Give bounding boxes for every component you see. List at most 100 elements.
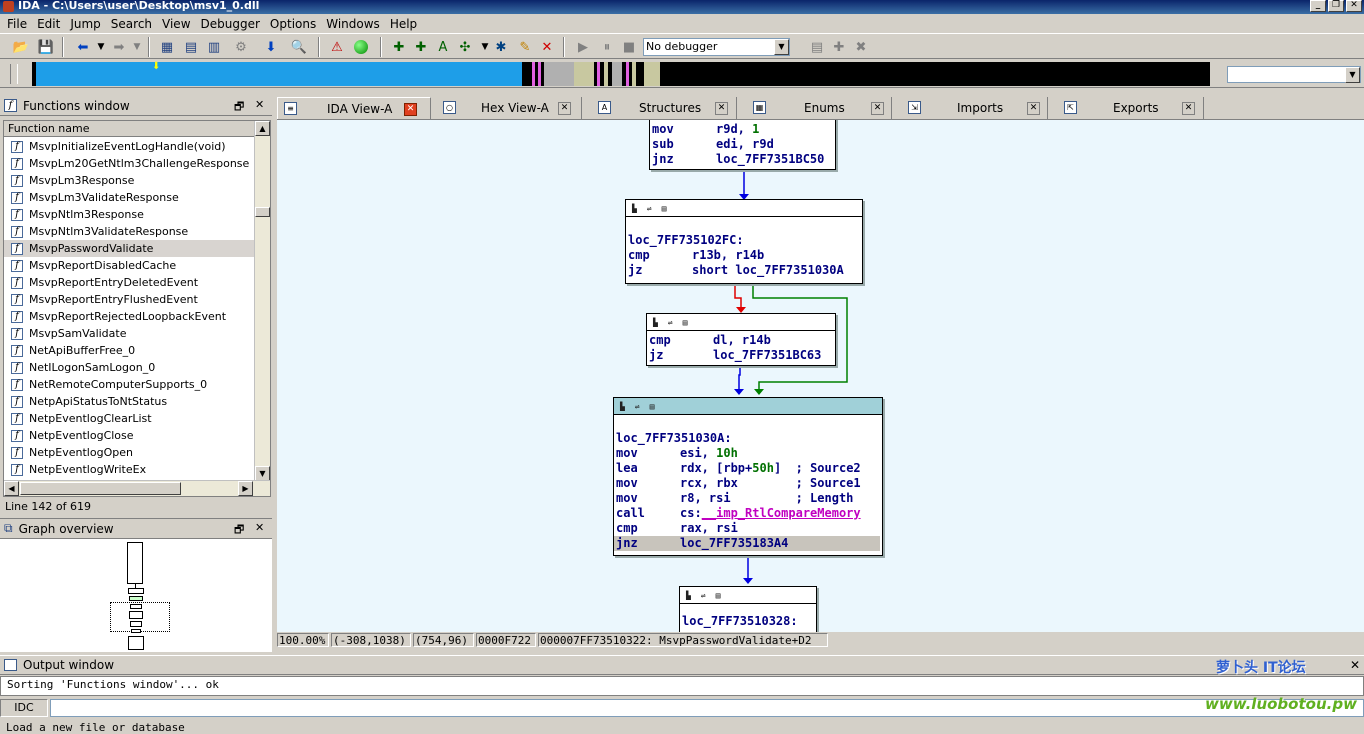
- idc-button[interactable]: IDC: [0, 699, 48, 717]
- debugger-select[interactable]: No debugger ▼: [643, 38, 790, 56]
- function-list-item[interactable]: f MsvpNtlm3ValidateResponse: [4, 223, 256, 240]
- instruction-line[interactable]: cmp dl, r14b: [647, 333, 835, 348]
- functions-list[interactable]: Function name f MsvpInitializeEventLogHan…: [3, 120, 271, 497]
- navigation-select[interactable]: ▼: [1227, 66, 1361, 83]
- function-list-item[interactable]: f MsvpReportEntryDeletedEvent: [4, 274, 256, 291]
- scroll-down-icon[interactable]: ▼: [255, 466, 270, 481]
- instruction-line[interactable]: mov r9d, 1: [650, 122, 835, 137]
- run-green-icon[interactable]: [352, 38, 370, 56]
- graph-icon[interactable]: ⇌: [701, 588, 706, 603]
- instruction-line[interactable]: cmp r13b, r14b: [626, 248, 862, 263]
- instruction-line[interactable]: call cs:__imp_RtlCompareMemory: [614, 506, 882, 521]
- function-list-item[interactable]: f MsvpNtlm3Response: [4, 206, 256, 223]
- scroll-right-icon[interactable]: ▶: [238, 481, 253, 496]
- text-view-icon[interactable]: ▤: [182, 38, 200, 56]
- function-list-item[interactable]: f NetILogonSamLogon_0: [4, 359, 256, 376]
- back-dropdown-icon[interactable]: ▼: [92, 38, 110, 56]
- menu-options[interactable]: Options: [265, 17, 321, 31]
- scroll-left-icon[interactable]: ◀: [4, 481, 19, 496]
- breakpoint-list-icon[interactable]: ▤: [808, 38, 826, 56]
- code-block-2[interactable]: ▙ ⇌ ▤ loc_7FF735102FC: cmp r13b, r14b jz shor…: [625, 199, 863, 284]
- instruction-line[interactable]: lea rdx, [rbp+50h] ; Source2: [614, 461, 882, 476]
- instruction-line[interactable]: mov esi, 10h: [614, 446, 882, 461]
- function-list-item[interactable]: f MsvpReportRejectedLoopbackEvent: [4, 308, 256, 325]
- instruction-line[interactable]: sub edi, r9d: [650, 137, 835, 152]
- forward-arrow-icon[interactable]: ➡: [110, 38, 128, 56]
- tab-hex-view-a[interactable]: ○ Hex View-A ✕: [437, 97, 582, 119]
- close-tab-icon[interactable]: ✕: [1182, 102, 1195, 115]
- close-button[interactable]: ✕: [1346, 0, 1362, 12]
- instruction-line[interactable]: mov r8, rsi ; Length: [614, 491, 882, 506]
- save-icon[interactable]: 💾: [37, 38, 55, 56]
- idc-command-input[interactable]: [50, 699, 1364, 717]
- code-block-1[interactable]: mov r9d, 1 sub edi, r9d jnz loc_7FF7351BC50: [649, 120, 836, 170]
- tab-imports[interactable]: ⇲ Imports ✕: [902, 97, 1048, 119]
- close-icon[interactable]: ✕: [255, 521, 264, 534]
- code-block-5[interactable]: ▙ ⇌ ▤ loc_7FF73510328:: [679, 586, 817, 632]
- output-text-area[interactable]: Sorting 'Functions window'... ok: [0, 676, 1364, 696]
- code-block-3[interactable]: ▙ ⇌ ▤ cmp dl, r14b jz loc_7FF7351BC63: [646, 313, 836, 366]
- pause-icon[interactable]: ⏸: [598, 38, 616, 56]
- structures-icon[interactable]: ▥: [205, 38, 223, 56]
- close-tab-icon[interactable]: ✕: [404, 103, 417, 116]
- text-icon[interactable]: ▤: [650, 399, 655, 414]
- close-tab-icon[interactable]: ✕: [1027, 102, 1040, 115]
- open-file-icon[interactable]: 📂: [12, 38, 30, 56]
- instruction-line[interactable]: jnz loc_7FF735183A4: [614, 536, 880, 551]
- menu-edit[interactable]: Edit: [32, 17, 65, 31]
- menu-search[interactable]: Search: [106, 17, 157, 31]
- graph-icon[interactable]: ⇌: [647, 201, 652, 216]
- tab-enums[interactable]: ▦ Enums ✕: [747, 97, 892, 119]
- restore-button[interactable]: ❐: [1328, 0, 1344, 12]
- forward-dropdown-icon[interactable]: ▼: [128, 38, 146, 56]
- instruction-line[interactable]: jz loc_7FF7351BC63: [647, 348, 835, 363]
- function-list-item[interactable]: f MsvpLm3ValidateResponse: [4, 189, 256, 206]
- stop-icon[interactable]: ⚠: [328, 38, 346, 56]
- minimize-button[interactable]: _: [1310, 0, 1326, 12]
- functions-vertical-scrollbar[interactable]: ▲ ▼: [254, 121, 270, 481]
- function-list-item[interactable]: f MsvpLm20GetNtlm3ChallengeResponse: [4, 155, 256, 172]
- text-icon[interactable]: ▤: [716, 588, 721, 603]
- functions-horizontal-scrollbar[interactable]: ◀ ▶: [4, 480, 270, 496]
- menu-debugger[interactable]: Debugger: [196, 17, 265, 31]
- instruction-line[interactable]: cmp rax, rsi: [614, 521, 882, 536]
- function-list-item[interactable]: f NetpEventlogOpen: [4, 444, 256, 461]
- function-list-item[interactable]: f MsvpLm3Response: [4, 172, 256, 189]
- chart-icon[interactable]: ▙: [686, 588, 691, 603]
- close-icon[interactable]: ✕: [255, 98, 264, 111]
- close-tab-icon[interactable]: ✕: [871, 102, 884, 115]
- add-xref-icon[interactable]: ✣: [456, 38, 474, 56]
- menu-windows[interactable]: Windows: [321, 17, 385, 31]
- function-name-column-header[interactable]: Function name: [4, 121, 257, 137]
- close-tab-icon[interactable]: ✕: [558, 102, 571, 115]
- instruction-line[interactable]: jnz loc_7FF7351BC50: [650, 152, 835, 167]
- function-list-item[interactable]: f NetRemoteComputerSupports_0: [4, 376, 256, 393]
- chart-icon[interactable]: ▙: [653, 315, 658, 330]
- chart-icon[interactable]: ▙: [620, 399, 625, 414]
- remove-breakpoint-icon[interactable]: ✖: [852, 38, 870, 56]
- chevron-down-icon[interactable]: ▼: [1345, 67, 1360, 83]
- text-icon[interactable]: ▤: [662, 201, 667, 216]
- function-list-item[interactable]: f NetpApiStatusToNtStatus: [4, 393, 256, 410]
- play-icon[interactable]: ▶: [574, 38, 592, 56]
- back-arrow-icon[interactable]: ⬅: [74, 38, 92, 56]
- delete-icon[interactable]: ✕: [538, 38, 556, 56]
- stop-debug-icon[interactable]: ■: [620, 38, 638, 56]
- function-list-item[interactable]: f MsvpInitializeEventLogHandle(void): [4, 138, 256, 155]
- function-list-item[interactable]: f MsvpReportEntryFlushedEvent: [4, 291, 256, 308]
- jump-down-icon[interactable]: ⬇: [262, 38, 280, 56]
- navigation-strip[interactable]: ⬇: [32, 62, 1210, 86]
- graph-overview-canvas[interactable]: [0, 541, 272, 653]
- tab-exports[interactable]: ⇱ Exports ✕: [1058, 97, 1204, 119]
- function-list-item[interactable]: f MsvpReportDisabledCache: [4, 257, 256, 274]
- function-list-item[interactable]: f NetpEventlogWriteEx: [4, 461, 256, 478]
- graph-icon[interactable]: ⇌: [635, 399, 640, 414]
- function-list-item[interactable]: f NetApiBufferFree_0: [4, 342, 256, 359]
- scroll-thumb[interactable]: [255, 207, 270, 217]
- menu-file[interactable]: File: [2, 17, 32, 31]
- add-struct-icon[interactable]: ✱: [492, 38, 510, 56]
- imported-symbol[interactable]: __imp_RtlCompareMemory: [702, 506, 861, 520]
- menu-view[interactable]: View: [157, 17, 195, 31]
- add-code-icon[interactable]: ✚: [390, 38, 408, 56]
- add-breakpoint-icon[interactable]: ✚: [830, 38, 848, 56]
